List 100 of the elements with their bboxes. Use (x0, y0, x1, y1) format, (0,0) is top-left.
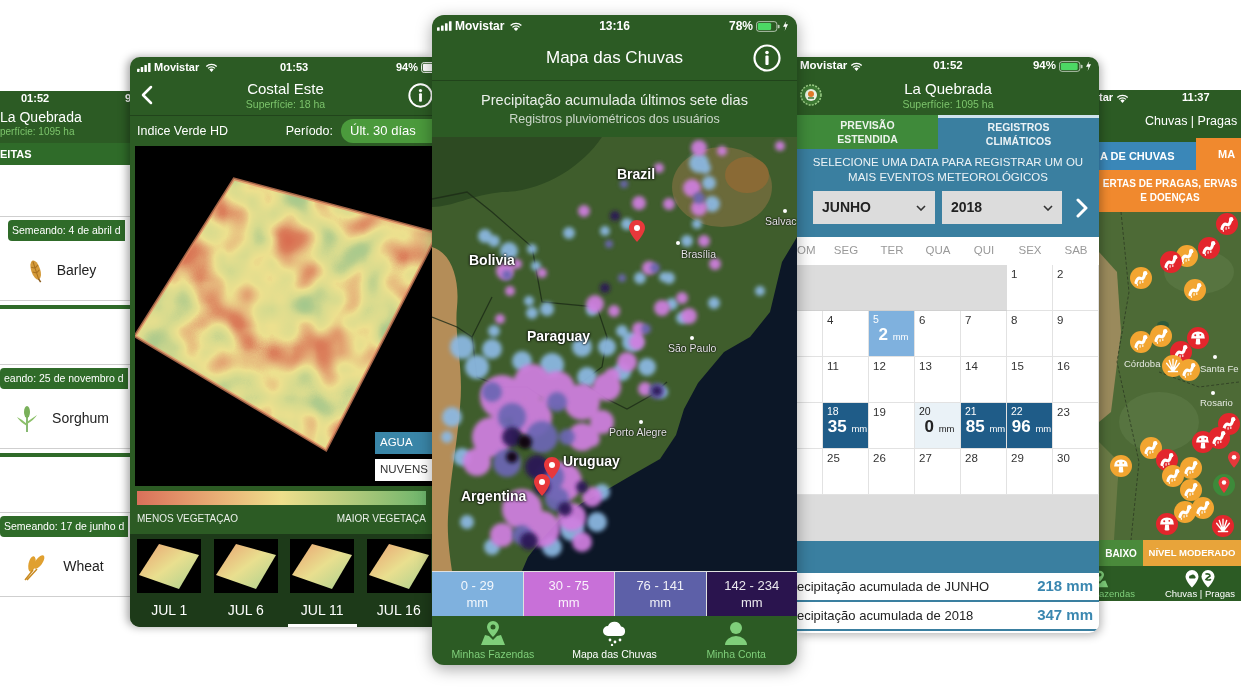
carrier-name: Movistar (154, 59, 200, 75)
map-label: Paraguay (527, 328, 591, 344)
next-chevron-icon[interactable] (1076, 197, 1088, 218)
location-pin-icon[interactable] (1213, 474, 1235, 496)
back-icon[interactable] (141, 85, 153, 105)
calendar-day[interactable]: 29 (1007, 449, 1053, 495)
nav-tab[interactable]: Mapa das Chuvas (553, 620, 676, 661)
calendar-day[interactable]: 19 (869, 403, 915, 449)
info-icon[interactable] (753, 43, 781, 72)
sowing-date: eando: 25 de novembro d (0, 368, 128, 389)
caterpillar-marker-icon[interactable] (1180, 457, 1202, 479)
calendar-day[interactable]: 4 (823, 311, 869, 357)
map-label: Santa Fe (1200, 363, 1239, 374)
date-thumbnail[interactable]: JUL 16 (364, 539, 433, 627)
caterpillar-marker-icon[interactable] (1192, 497, 1214, 519)
map-pin-icon (479, 620, 506, 646)
wifi-icon (205, 62, 219, 72)
severity-level: NÍVEL MODERADO (1143, 540, 1241, 566)
calendar-day[interactable]: 30 (1053, 449, 1099, 495)
screen-title: Chuvas | Pragas (1145, 113, 1238, 131)
nav-tab[interactable]: Minhas Fazendas (432, 620, 554, 661)
caterpillar-marker-icon[interactable] (1130, 331, 1152, 353)
calendar-day[interactable]: 8 (1007, 311, 1053, 357)
grass-marker-icon[interactable] (1212, 515, 1234, 537)
map-icon (1099, 570, 1109, 588)
nav-tab[interactable]: Chuvas | Pragas (1164, 570, 1235, 600)
layer-toggle[interactable]: AGUA (375, 432, 433, 454)
calendar-day[interactable]: 1 (1007, 265, 1053, 311)
screen-title: Mapa das Chuvas (545, 46, 684, 69)
map-label: Porto Alegre (609, 426, 667, 438)
date-thumbnail[interactable]: JUL 6 (211, 539, 280, 627)
map-pin-icon[interactable] (534, 474, 550, 496)
caterpillar-marker-icon[interactable] (1180, 479, 1202, 501)
caterpillar-marker-icon[interactable] (1178, 359, 1200, 381)
calendar-day[interactable]: 7 (961, 311, 1007, 357)
map-pin-icon[interactable] (1228, 451, 1240, 468)
tab[interactable]: A DE CHUVAS (1099, 142, 1196, 170)
calendar-day[interactable]: 28 (961, 449, 1007, 495)
info-icon[interactable] (408, 82, 433, 108)
mushroom-marker-icon[interactable] (1110, 455, 1132, 477)
calendar-day[interactable]: 25 (823, 449, 869, 495)
calendar-day[interactable]: 18 35 mm (823, 403, 869, 449)
calendar-day[interactable]: 27 (915, 449, 961, 495)
weekday-label: QUI (972, 243, 996, 259)
date-thumbnail[interactable]: JUL 11 (288, 539, 357, 627)
calendar-day[interactable]: 12 (869, 357, 915, 403)
month-dropdown[interactable]: JUNHO (813, 191, 935, 224)
calendar-day[interactable]: 26 (869, 449, 915, 495)
mushroom-marker-icon[interactable] (1156, 513, 1178, 535)
caterpillar-marker-icon[interactable] (1160, 251, 1182, 273)
carrier-name: Movistar (455, 18, 505, 35)
calendar-day[interactable]: 15 (1007, 357, 1053, 403)
person-icon (723, 620, 750, 646)
calendar-day[interactable]: 20 0 mm (915, 403, 961, 449)
calendar-day[interactable]: 2 (1053, 265, 1099, 311)
caterpillar-marker-icon[interactable] (1140, 437, 1162, 459)
year-dropdown[interactable]: 2018 (942, 191, 1062, 224)
map-pin-icon[interactable] (629, 220, 645, 242)
caterpillar-marker-icon[interactable] (1130, 267, 1152, 289)
caret-icon (1043, 204, 1053, 211)
calendar-day[interactable]: 6 (915, 311, 961, 357)
tab[interactable]: EITAS (0, 143, 131, 165)
layer-name: Indice Verde HD (136, 122, 229, 140)
calendar-day[interactable]: 16 (1053, 357, 1099, 403)
tab[interactable]: REGISTROS CLIMÁTICOS (938, 115, 1099, 149)
status-time: 01:52 (21, 91, 50, 107)
caterpillar-marker-icon[interactable] (1184, 279, 1206, 301)
calendar-day[interactable]: 22 96 mm (1007, 403, 1053, 449)
map-pin-icon[interactable] (544, 457, 560, 479)
scale-high-label: MAIOR VEGETAÇA (336, 512, 426, 526)
total-value: 218 mm (1037, 576, 1093, 597)
calendar-day[interactable]: 13 (915, 357, 961, 403)
scale-low-label: MENOS VEGETAÇAO (137, 512, 238, 526)
caterpillar-marker-icon[interactable] (1216, 213, 1238, 235)
tab[interactable]: PREVISÃO ESTENDIDA (797, 115, 938, 149)
map-pins-icon (1184, 570, 1215, 588)
calendar-day[interactable]: 14 (961, 357, 1007, 403)
calendar-day[interactable]: 11 (823, 357, 869, 403)
battery-percentage: 94% (1032, 58, 1056, 74)
caterpillar-marker-icon[interactable] (1208, 427, 1230, 449)
calendar-day[interactable]: 23 (1053, 403, 1099, 449)
map-label: Bolivia (469, 252, 515, 268)
charging-icon (1086, 61, 1091, 71)
caterpillar-marker-icon[interactable] (1150, 325, 1172, 347)
sprout-icon (16, 405, 39, 432)
nav-tab[interactable]: Minha Conta (675, 620, 797, 661)
battery-icon (1059, 60, 1083, 72)
calendar-day[interactable]: 9 (1053, 311, 1099, 357)
grain-ear-icon (28, 257, 43, 284)
nav-tab[interactable]: azendas (1099, 570, 1135, 600)
mushroom-marker-icon[interactable] (1187, 327, 1209, 349)
wifi-icon (1116, 92, 1130, 103)
signal-icon (137, 62, 151, 72)
calendar-day[interactable]: 21 85 mm (961, 403, 1007, 449)
caterpillar-marker-icon[interactable] (1198, 237, 1220, 259)
map-label: Córdoba (1124, 358, 1161, 369)
period-dropdown[interactable]: Últ. 30 días (341, 119, 433, 143)
rain-range-legend: 0 - 29 mm (432, 572, 523, 616)
date-thumbnail[interactable]: JUL 1 (135, 539, 204, 627)
layer-toggle[interactable]: NUVENS (375, 459, 433, 481)
